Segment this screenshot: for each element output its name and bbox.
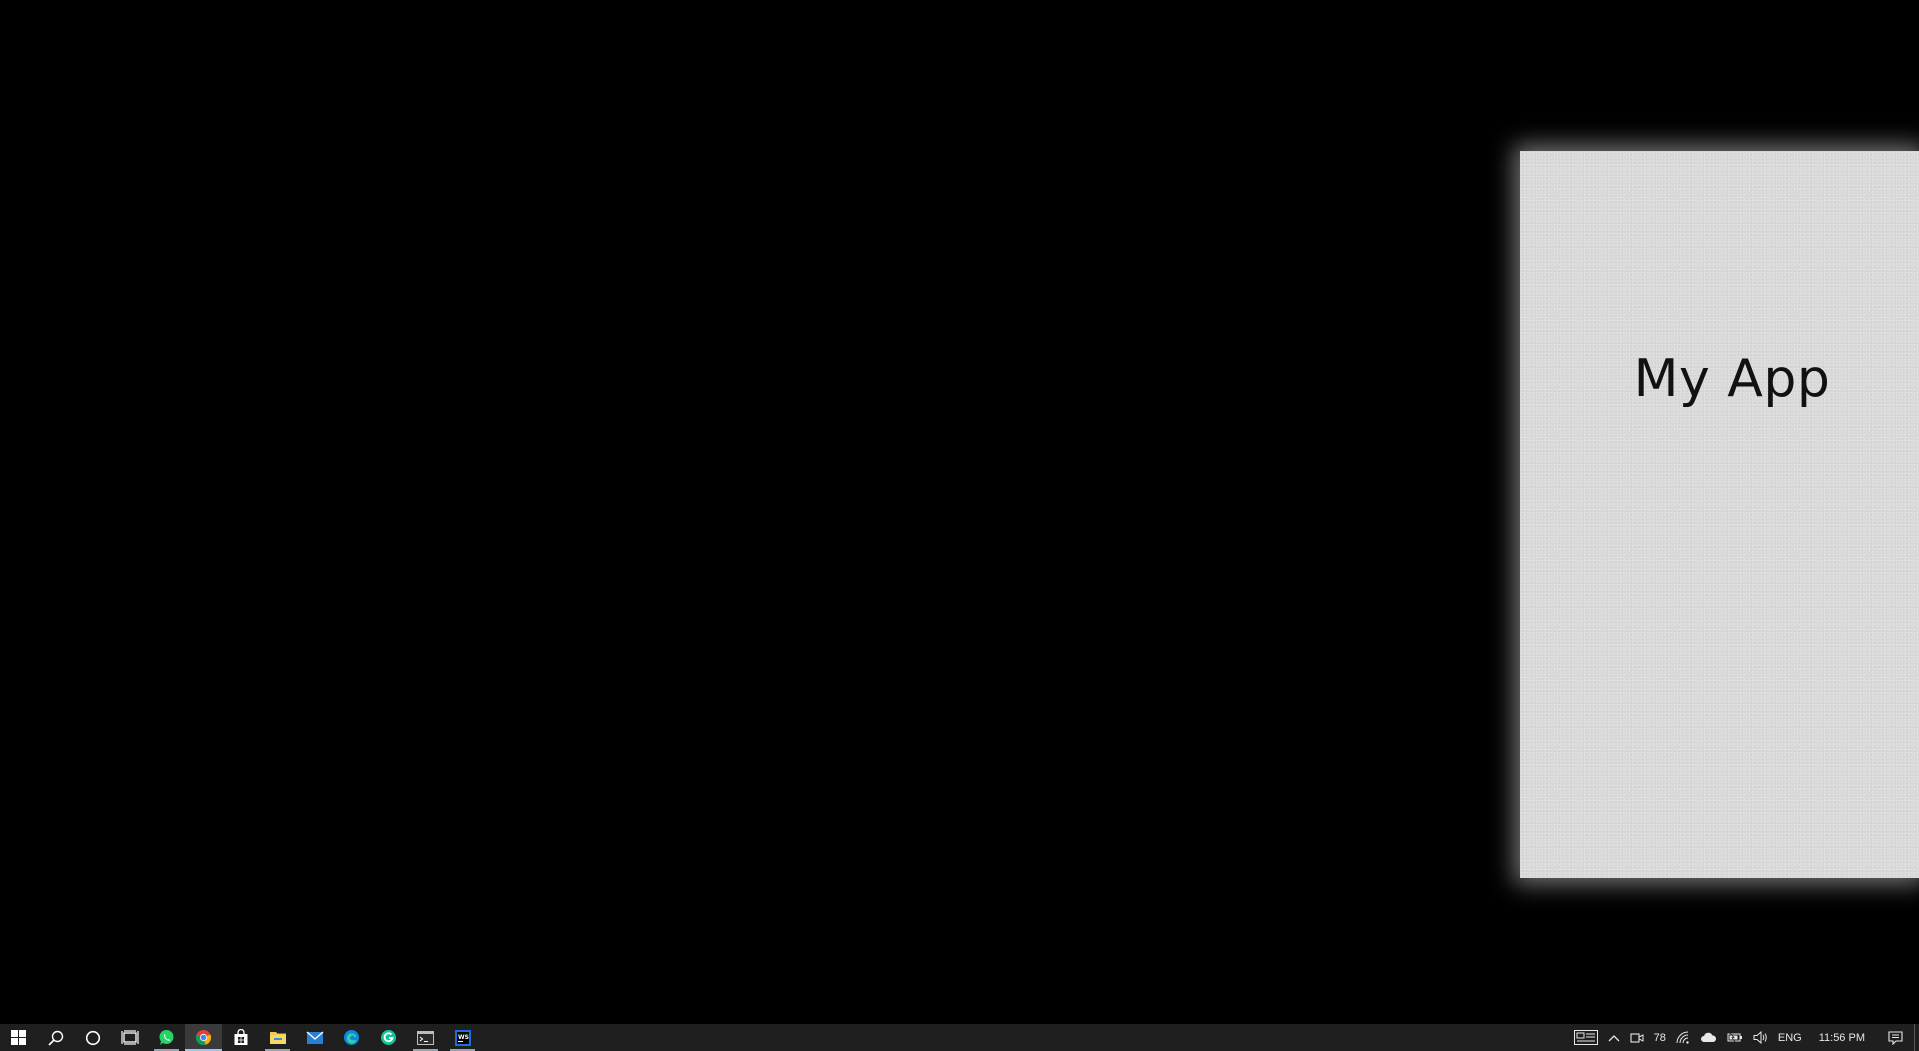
cloud-icon (1700, 1032, 1716, 1042)
app-title: My App (1633, 349, 1831, 409)
terminal-button[interactable] (407, 1024, 444, 1051)
camera-icon (1630, 1032, 1644, 1043)
show-hidden-icons-button[interactable] (1603, 1024, 1625, 1051)
task-view-icon (120, 1030, 139, 1045)
cortana-button[interactable] (74, 1024, 111, 1051)
clock[interactable]: 11:56 PM (1807, 1024, 1877, 1051)
terminal-icon (417, 1030, 434, 1045)
battery-button[interactable] (1722, 1024, 1748, 1051)
app-window[interactable]: My App (1520, 151, 1919, 878)
grammarly-button[interactable] (370, 1024, 407, 1051)
action-center-button[interactable] (1877, 1024, 1914, 1051)
speaker-icon (1753, 1031, 1767, 1044)
chevron-up-icon (1608, 1034, 1620, 1041)
network-button[interactable] (1671, 1024, 1695, 1051)
battery-icon (1727, 1032, 1742, 1043)
wifi-icon (1676, 1031, 1689, 1044)
folder-icon (269, 1032, 286, 1044)
desktop: My App (0, 0, 1919, 1024)
whatsapp-icon (159, 1030, 174, 1045)
onedrive-button[interactable] (1695, 1024, 1722, 1051)
start-button[interactable] (0, 1024, 37, 1051)
windows-logo-icon (11, 1030, 26, 1045)
taskbar: WS 78 ENG 11:56 PM (0, 1024, 1919, 1051)
webstorm-icon: WS (454, 1029, 471, 1046)
notification-icon (1888, 1030, 1903, 1045)
mail-button[interactable] (296, 1024, 333, 1051)
system-tray: 78 ENG 11:56 PM (1569, 1024, 1919, 1051)
file-explorer-button[interactable] (259, 1024, 296, 1051)
news-icon (1573, 1030, 1598, 1045)
show-desktop-button[interactable] (1914, 1024, 1919, 1051)
store-button[interactable] (222, 1024, 259, 1051)
volume-button[interactable] (1748, 1024, 1773, 1051)
store-bag-icon (234, 1029, 247, 1045)
news-widget-button[interactable] (1569, 1024, 1603, 1051)
meet-now-button[interactable] (1625, 1024, 1649, 1051)
cortana-circle-icon (85, 1030, 100, 1045)
grammarly-icon (381, 1030, 396, 1045)
svg-text:WS: WS (458, 1034, 469, 1041)
search-button[interactable] (37, 1024, 74, 1051)
chrome-icon (195, 1030, 212, 1045)
search-icon (47, 1030, 63, 1046)
temperature-readout[interactable]: 78 (1649, 1024, 1671, 1051)
edge-icon (344, 1030, 359, 1045)
task-view-button[interactable] (111, 1024, 148, 1051)
edge-button[interactable] (333, 1024, 370, 1051)
chrome-button[interactable] (185, 1024, 222, 1051)
mail-icon (306, 1031, 323, 1044)
whatsapp-button[interactable] (148, 1024, 185, 1051)
webstorm-button[interactable]: WS (444, 1024, 481, 1051)
input-language[interactable]: ENG (1773, 1024, 1807, 1051)
